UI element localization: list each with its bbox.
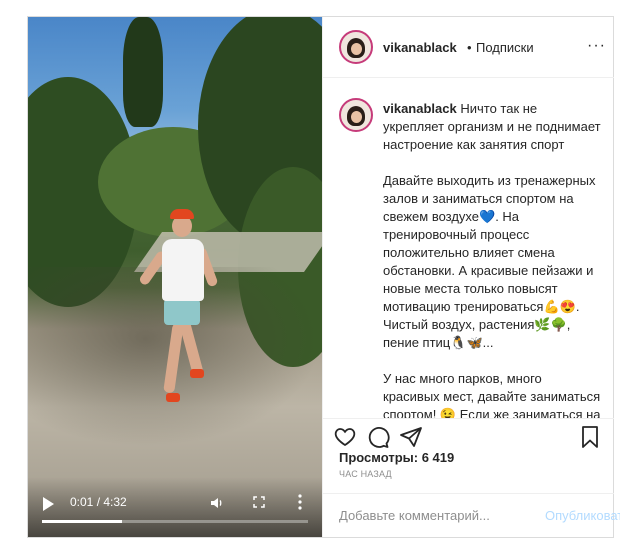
caption-text-2: Давайте выходить из тренажерных залов и …: [383, 173, 596, 350]
post-caption: vikanablack Ничто так не укрепляет орган…: [383, 100, 601, 419]
video-player[interactable]: 0:01 / 4:32: [28, 17, 322, 537]
video-progress-fill: [42, 520, 122, 523]
heart-icon[interactable]: [333, 425, 357, 449]
caption-scroll-area[interactable]: vikanablack Ничто так не укрепляет орган…: [323, 78, 614, 419]
post-timestamp[interactable]: ЧАС НАЗАД: [339, 469, 392, 479]
avatar[interactable]: [339, 98, 373, 132]
publish-button[interactable]: Опубликовать: [545, 508, 620, 523]
separator-dot: •: [467, 40, 472, 55]
scenery-cypress: [123, 17, 163, 127]
video-time: 0:01 / 4:32: [70, 495, 127, 509]
comment-bar: Опубликовать: [323, 493, 620, 538]
bookmark-icon[interactable]: [578, 425, 602, 449]
fullscreen-icon[interactable]: [253, 496, 265, 508]
header-username[interactable]: vikanablack: [383, 40, 457, 55]
caption-username[interactable]: vikanablack: [383, 101, 457, 116]
share-icon[interactable]: [399, 425, 423, 449]
more-vertical-icon[interactable]: [298, 494, 302, 510]
post-side-panel: vikanablack • Подписки ··· vikanablack Н…: [322, 17, 620, 538]
play-icon[interactable]: [43, 497, 54, 511]
runner-figure: [138, 207, 226, 427]
avatar[interactable]: [339, 30, 373, 64]
views-count[interactable]: Просмотры: 6 419: [339, 450, 454, 465]
caption-text-3: У нас много парков, много красивых мест,…: [383, 371, 601, 419]
volume-icon[interactable]: [210, 496, 224, 510]
post-header: vikanablack • Подписки ···: [323, 17, 614, 78]
video-progress-bar[interactable]: [42, 520, 308, 523]
instagram-post: 0:01 / 4:32 vikanablack • Подписки ··· v…: [27, 16, 620, 538]
video-controls: 0:01 / 4:32: [28, 477, 322, 537]
post-actions: [323, 419, 614, 449]
more-options-icon[interactable]: ···: [587, 37, 606, 55]
comment-input[interactable]: [339, 508, 514, 523]
comment-icon[interactable]: [366, 425, 390, 449]
follow-status-button[interactable]: Подписки: [476, 40, 534, 55]
